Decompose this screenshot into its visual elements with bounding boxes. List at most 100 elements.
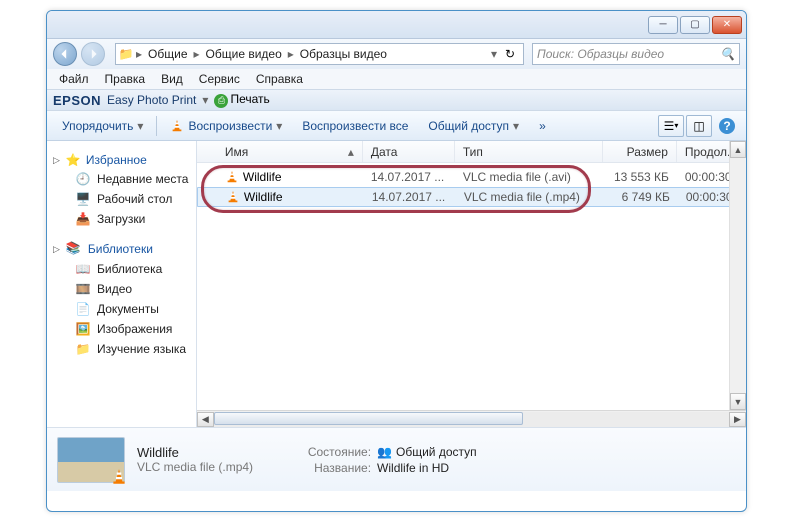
forward-button[interactable] (81, 42, 105, 66)
breadcrumb[interactable]: Общие (144, 47, 191, 61)
scroll-left-icon[interactable]: ◀ (197, 412, 214, 427)
vlc-icon (170, 119, 184, 133)
cell-size: 6 749 КБ (604, 190, 678, 204)
documents-icon: 📄 (75, 301, 91, 317)
favorites-group: ▷⭐Избранное 🕘 Недавние места 🖥️Рабочий ст… (47, 151, 196, 229)
spacer (197, 141, 217, 162)
vlc-icon (226, 190, 240, 204)
libraries-header[interactable]: ▷📚Библиотеки (47, 239, 196, 259)
nav-item-label: Документы (97, 302, 159, 316)
address-bar[interactable]: 📁 ▸ Общие ▸ Общие видео ▸ Образцы видео … (115, 43, 524, 65)
menu-help[interactable]: Справка (250, 71, 309, 87)
breadcrumb[interactable]: Общие видео (202, 47, 286, 61)
cell-type: VLC media file (.mp4) (456, 190, 604, 204)
organize-label: Упорядочить (62, 119, 133, 133)
nav-item-label: Библиотека (97, 262, 162, 276)
separator (156, 116, 157, 136)
play-button[interactable]: Воспроизвести▾ (161, 116, 291, 136)
navigation-pane: ▷⭐Избранное 🕘 Недавние места 🖥️Рабочий ст… (47, 141, 197, 427)
share-button[interactable]: Общий доступ ▾ (419, 116, 528, 136)
maximize-button[interactable]: ▢ (680, 16, 710, 34)
scroll-up-icon[interactable]: ▲ (730, 141, 746, 158)
cell-date: 14.07.2017 ... (363, 170, 455, 184)
chevron-down-icon: ▾ (513, 119, 519, 133)
nav-desktop[interactable]: 🖥️Рабочий стол (47, 189, 196, 209)
recent-icon: 🕘 (75, 171, 91, 187)
state-key: Состояние: (295, 445, 371, 459)
preview-pane-button[interactable]: ◫ (686, 115, 712, 137)
nav-item-label: Загрузки (97, 212, 145, 226)
nav-recent[interactable]: 🕘 Недавние места (47, 169, 196, 189)
vertical-scrollbar[interactable]: ▲ ▼ (729, 141, 746, 410)
menu-view[interactable]: Вид (155, 71, 189, 87)
horizontal-scrollbar[interactable]: ◀ ▶ (197, 410, 746, 427)
library-icon: 📖 (75, 261, 91, 277)
libraries-icon: 📚 (66, 241, 82, 257)
search-input[interactable]: Поиск: Образцы видео 🔍 (532, 43, 740, 65)
favorites-header[interactable]: ▷⭐Избранное (47, 151, 196, 169)
details-info: Wildlife VLC media file (.mp4) (137, 445, 253, 474)
file-row[interactable]: Wildlife14.07.2017 ...VLC media file (.a… (197, 167, 746, 187)
help-button[interactable]: ? (714, 115, 740, 137)
minimize-button[interactable]: ─ (648, 16, 678, 34)
nav-item-label: Рабочий стол (97, 192, 172, 206)
epson-print-button[interactable]: ⎙Печать (214, 92, 269, 108)
file-thumbnail (57, 437, 125, 483)
nav-documents[interactable]: 📄 Документы (47, 299, 196, 319)
nav-downloads[interactable]: 📥Загрузки (47, 209, 196, 229)
chevron-right-icon: ▸ (136, 47, 142, 61)
toolbar: Упорядочить▾ Воспроизвести▾ Воспроизвест… (47, 111, 746, 141)
column-headers: Имя ▴ Дата Тип Размер Продол... (197, 141, 746, 163)
close-button[interactable]: ✕ (712, 16, 742, 34)
epson-easyphoto[interactable]: Easy Photo Print (107, 93, 196, 107)
expand-icon: ▷ (53, 244, 60, 255)
details-pane: Wildlife VLC media file (.mp4) Состояние… (47, 427, 746, 491)
scroll-track[interactable] (214, 412, 729, 427)
expand-icon: ▷ (53, 155, 60, 166)
print-icon: ⎙ (214, 94, 228, 108)
search-icon: 🔍 (720, 47, 735, 61)
favorites-label: Избранное (86, 153, 147, 167)
folder-icon: 📁 (118, 46, 134, 62)
menu-edit[interactable]: Правка (99, 71, 152, 87)
nav-pictures[interactable]: 🖼️Изображения (47, 319, 196, 339)
scroll-right-icon[interactable]: ▶ (729, 412, 746, 427)
nav-item-label: Недавние места (97, 172, 188, 186)
pictures-icon: 🖼️ (75, 321, 91, 337)
organize-button[interactable]: Упорядочить▾ (53, 116, 152, 136)
nav-library[interactable]: 📖 Библиотека (47, 259, 196, 279)
cell-name: Wildlife (218, 190, 364, 204)
cell-size: 13 553 КБ (603, 170, 677, 184)
scroll-thumb[interactable] (214, 412, 523, 425)
breadcrumb[interactable]: Образцы видео (296, 47, 391, 61)
print-label: Печать (230, 92, 269, 106)
playall-button[interactable]: Воспроизвести все (293, 116, 417, 136)
chevron-down-icon[interactable]: ▾ (202, 93, 208, 107)
file-row[interactable]: Wildlife14.07.2017 ...VLC media file (.m… (197, 187, 746, 207)
nav-language[interactable]: 📁Изучение языка (47, 339, 196, 359)
col-size[interactable]: Размер (603, 141, 677, 162)
file-list-area: Имя ▴ Дата Тип Размер Продол... Wildlife… (197, 141, 746, 427)
cell-name: Wildlife (217, 170, 363, 184)
view-mode-button[interactable]: ☰ ▾ (658, 115, 684, 137)
col-type[interactable]: Тип (455, 141, 603, 162)
menu-file[interactable]: Файл (53, 71, 95, 87)
epson-logo: EPSON (53, 93, 101, 108)
share-label: Общий доступ (428, 119, 509, 133)
col-name[interactable]: Имя ▴ (217, 141, 363, 162)
chevron-down-icon[interactable]: ▾ (491, 47, 497, 61)
nav-video[interactable]: 🎞️Видео (47, 279, 196, 299)
details-filename: Wildlife (137, 445, 253, 460)
menu-tools[interactable]: Сервис (193, 71, 246, 87)
col-date[interactable]: Дата (363, 141, 455, 162)
epson-bar: EPSON Easy Photo Print ▾ ⎙Печать (47, 89, 746, 111)
vlc-icon (225, 170, 239, 184)
more-button[interactable]: » (530, 116, 555, 136)
scroll-down-icon[interactable]: ▼ (730, 393, 746, 410)
body: ▷⭐Избранное 🕘 Недавние места 🖥️Рабочий ст… (47, 141, 746, 427)
chevron-down-icon: ▾ (276, 119, 282, 133)
title-value[interactable]: Wildlife in HD (377, 461, 449, 475)
col-label: Имя (225, 145, 248, 159)
refresh-button[interactable]: ↻ (499, 45, 521, 63)
back-button[interactable] (53, 42, 77, 66)
